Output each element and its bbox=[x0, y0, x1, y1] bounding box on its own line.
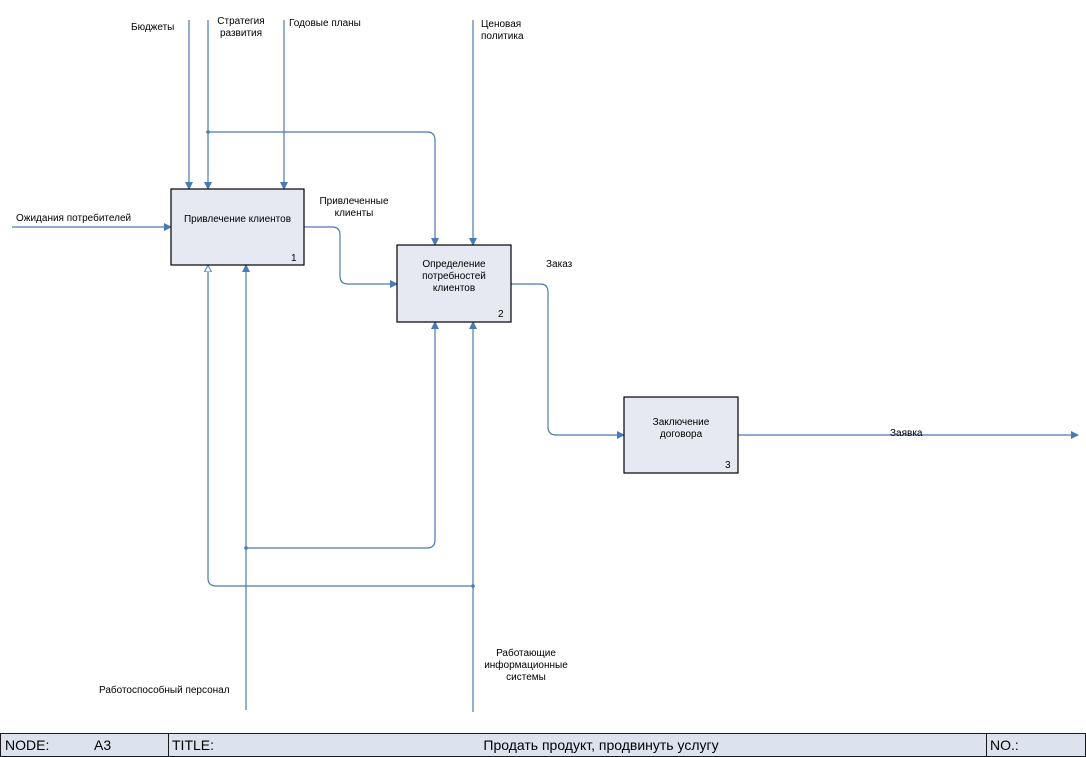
customer-expectations-label: Ожидания потребителей bbox=[16, 213, 132, 224]
order-label: Заказ bbox=[546, 259, 573, 270]
diagram-footer: NODE: A3 TITLE: Продать продукт, продвин… bbox=[0, 733, 1086, 757]
box-3-number: 3 bbox=[725, 460, 731, 471]
box-2-number: 2 bbox=[498, 309, 504, 320]
junction-dot bbox=[471, 584, 475, 588]
junction-dot bbox=[244, 546, 248, 550]
box-2-label: Определение потребностей клиентов bbox=[422, 259, 486, 294]
footer-divider bbox=[986, 734, 987, 756]
strategy-label: Стратегия развития bbox=[217, 16, 265, 39]
title-value: Продать продукт, продвинуть услугу bbox=[483, 737, 719, 753]
activity-box-1 bbox=[170, 188, 305, 266]
staff-branch-arrow bbox=[246, 321, 439, 549]
info-systems-label: Работающие информационные системы bbox=[484, 648, 568, 683]
budgets-label: Бюджеты bbox=[131, 22, 175, 33]
annual-plans-label: Годовые планы bbox=[289, 18, 361, 29]
node-label: NODE: bbox=[5, 737, 50, 753]
attracted-clients-arrow bbox=[304, 226, 398, 288]
idef0-diagram bbox=[12, 20, 1079, 712]
staff-label: Работоспособный персонал bbox=[99, 685, 230, 696]
attracted-clients-label: Привлеченные клиенты bbox=[319, 196, 389, 219]
footer-divider bbox=[168, 734, 169, 756]
box-3-label: Заключение договора bbox=[652, 417, 710, 440]
box-1-label: Привлечение клиентов bbox=[183, 214, 292, 225]
order-arrow bbox=[511, 283, 625, 439]
node-value: A3 bbox=[94, 737, 112, 753]
no-label: NO.: bbox=[990, 737, 1019, 753]
junction-dot bbox=[206, 130, 210, 134]
title-label: TITLE: bbox=[172, 737, 215, 753]
price-policy-label: Ценовая политика bbox=[481, 19, 524, 42]
box-1-number: 1 bbox=[291, 253, 297, 264]
application-label: Заявка bbox=[890, 428, 923, 439]
